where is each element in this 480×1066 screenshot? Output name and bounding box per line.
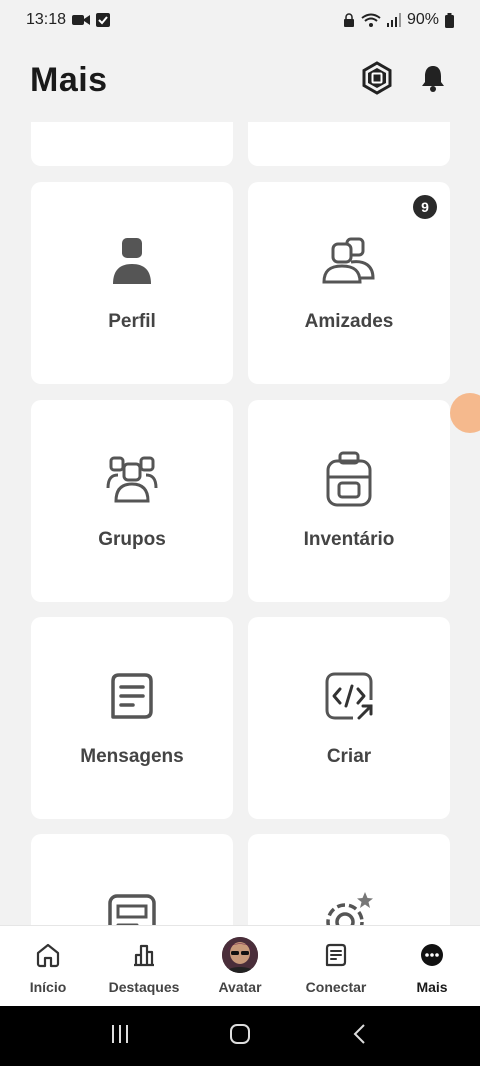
video-camera-icon: [72, 13, 91, 27]
checkbox-icon: [96, 13, 111, 27]
home-icon: [30, 937, 66, 973]
card-perfil[interactable]: Perfil: [31, 182, 233, 384]
home-button[interactable]: [220, 1016, 260, 1056]
card-label: Mensagens: [80, 746, 184, 767]
status-bar: 13:18 90%: [0, 0, 480, 40]
nav-item-conectar[interactable]: Conectar: [288, 937, 384, 995]
nav-item-destaques[interactable]: Destaques: [96, 937, 192, 995]
robux-icon: [360, 60, 394, 100]
battery-percent: 90%: [406, 11, 439, 28]
card-label: Inventário: [303, 529, 395, 550]
card-blog[interactable]: [31, 834, 233, 925]
back-chevron-icon: [349, 1023, 371, 1050]
more-icon: [414, 937, 450, 973]
status-left: 13:18: [26, 11, 111, 29]
card-amizades[interactable]: 9 Amizades: [248, 182, 450, 384]
header-actions: [360, 60, 450, 100]
battery-icon: [445, 12, 454, 28]
wifi-icon: [361, 13, 381, 27]
nav-label: Início: [29, 979, 67, 995]
card-label: Amizades: [304, 311, 394, 332]
menu-grid: Perfil 9 Amizades Grupos Inventário Mens…: [0, 122, 480, 925]
back-button[interactable]: [340, 1016, 380, 1056]
status-right: 90%: [343, 11, 454, 29]
blog-icon: [104, 890, 160, 925]
notifications-button[interactable]: [416, 63, 450, 97]
code-icon: [321, 668, 377, 724]
settings-icon: [321, 890, 377, 925]
card-inventario[interactable]: Inventário: [248, 400, 450, 602]
recent-apps-button[interactable]: [100, 1016, 140, 1056]
bottom-nav: Início Destaques Avatar Conectar Mais: [0, 925, 480, 1006]
backpack-icon: [321, 451, 377, 507]
nav-label: Conectar: [305, 979, 367, 995]
status-time: 13:18: [26, 11, 67, 28]
card-mensagens[interactable]: Mensagens: [31, 617, 233, 819]
card-configuracoes[interactable]: [248, 834, 450, 925]
system-nav-bar: [0, 1006, 480, 1066]
message-icon: [104, 668, 160, 724]
card-top-right[interactable]: [248, 122, 450, 166]
groups-icon: [104, 451, 160, 507]
card-label: Criar: [326, 746, 372, 767]
recent-apps-icon: [109, 1023, 131, 1050]
header: Mais: [0, 40, 480, 120]
robux-button[interactable]: [360, 60, 394, 100]
card-grupos[interactable]: Grupos: [31, 400, 233, 602]
nav-label: Destaques: [108, 979, 180, 995]
friends-icon: [321, 233, 377, 289]
card-top-left[interactable]: [31, 122, 233, 166]
card-criar[interactable]: Criar: [248, 617, 450, 819]
person-icon: [104, 233, 160, 289]
nav-label: Avatar: [218, 979, 262, 995]
floating-bubble[interactable]: [450, 393, 480, 433]
signal-icon: [386, 13, 401, 27]
chat-icon: [318, 937, 354, 973]
nav-label: Mais: [416, 979, 448, 995]
card-label: Grupos: [98, 529, 166, 550]
lock-icon: [343, 13, 355, 27]
page-title: Mais: [30, 60, 108, 99]
notification-badge: 9: [413, 195, 437, 219]
avatar-icon: [222, 937, 258, 973]
card-label: Perfil: [108, 311, 156, 332]
nav-item-avatar[interactable]: Avatar: [192, 937, 288, 995]
nav-item-mais[interactable]: Mais: [384, 937, 480, 995]
home-circle-icon: [229, 1023, 251, 1050]
nav-item-inicio[interactable]: Início: [0, 937, 96, 995]
chart-icon: [126, 937, 162, 973]
bell-icon: [418, 63, 448, 98]
